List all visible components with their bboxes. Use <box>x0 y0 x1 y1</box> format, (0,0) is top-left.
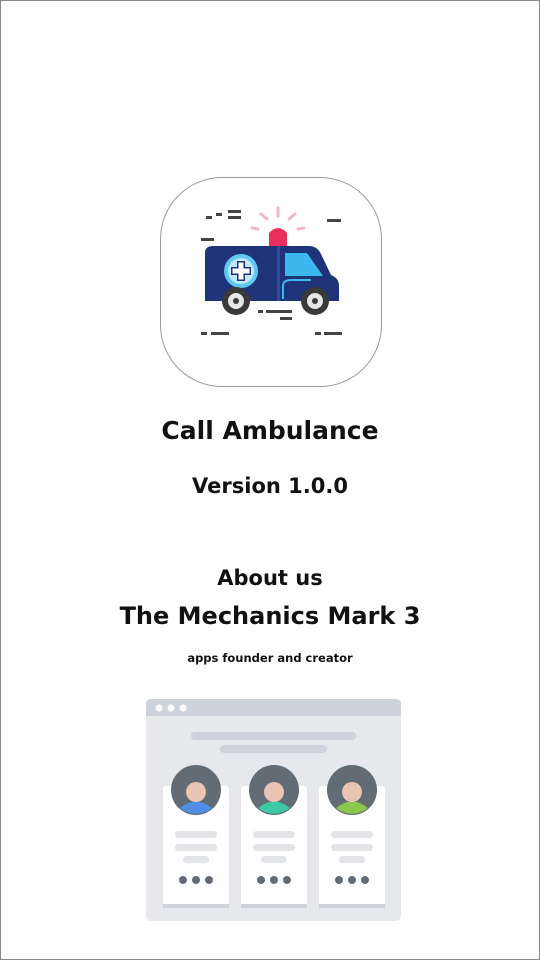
app-logo <box>160 177 382 387</box>
profile-card <box>319 765 385 908</box>
app-version: Version 1.0.0 <box>192 474 348 498</box>
company-name: The Mechanics Mark 3 <box>119 602 421 630</box>
about-heading: About us <box>217 566 323 590</box>
profile-card <box>163 765 229 908</box>
team-profiles-illustration <box>146 699 401 921</box>
ambulance-icon <box>201 206 342 335</box>
app-name: Call Ambulance <box>161 416 379 445</box>
profile-card <box>241 765 307 908</box>
company-tagline: apps founder and creator <box>187 651 353 665</box>
